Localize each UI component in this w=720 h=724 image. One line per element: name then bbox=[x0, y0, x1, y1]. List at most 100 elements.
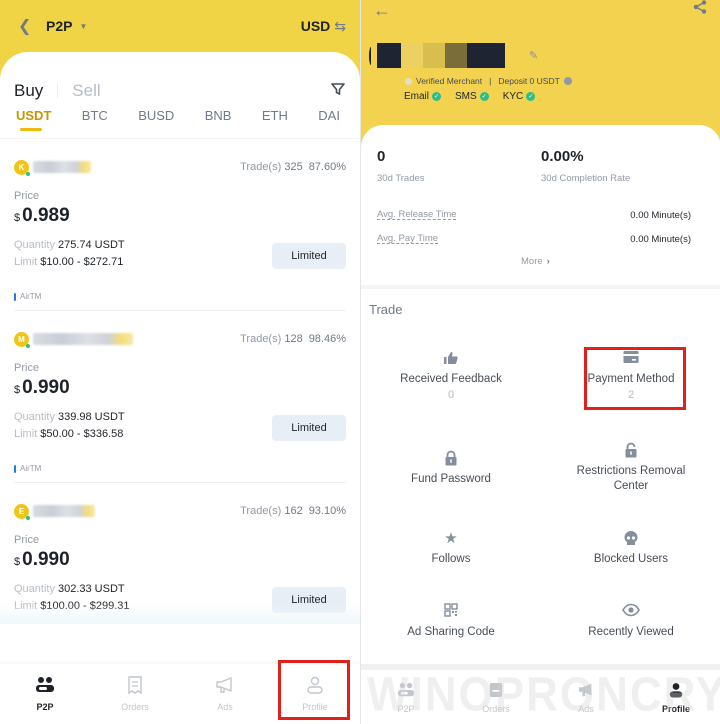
ad-listing[interactable]: M Trade(s) 128 98.46% Price $0.990 Quanti… bbox=[14, 311, 346, 483]
merchant-label: Verified Merchant bbox=[416, 76, 483, 86]
limited-button[interactable]: Limited bbox=[272, 415, 346, 441]
nav-orders[interactable]: Orders bbox=[451, 672, 541, 724]
tile-fund-password[interactable]: Fund Password bbox=[361, 450, 541, 487]
tile-label: Fund Password bbox=[411, 473, 491, 485]
tile-ad-sharing-code[interactable]: Ad Sharing Code bbox=[361, 603, 541, 640]
eye-icon bbox=[622, 603, 640, 621]
tile-label: Payment Method bbox=[587, 373, 675, 385]
coin-tab-usdt[interactable]: USDT bbox=[16, 104, 51, 144]
merchant-avatar[interactable]: M bbox=[14, 331, 30, 348]
nav-label: Ads bbox=[578, 704, 594, 714]
price-value: $0.990 bbox=[14, 377, 70, 398]
nav-p2p[interactable]: P2P bbox=[361, 672, 451, 724]
price-label: Price bbox=[14, 534, 40, 546]
coin-tab-busd[interactable]: BUSD bbox=[138, 104, 174, 144]
nav-profile[interactable]: Profile bbox=[270, 664, 360, 724]
ad-listing[interactable]: K Trade(s) 325 87.60% Price $0.989 Quanti… bbox=[14, 139, 346, 311]
section-divider bbox=[361, 664, 720, 670]
chevron-right-icon: › bbox=[546, 256, 550, 267]
p2p-icon bbox=[35, 676, 55, 698]
top-bar: ❮ P2P ▼ USD ⇆ bbox=[0, 0, 360, 52]
ad-listing[interactable]: E Trade(s) 162 93.10% Price $0.990 Quanti… bbox=[14, 483, 346, 655]
nav-label: P2P bbox=[36, 702, 54, 712]
merchant-avatar[interactable]: K bbox=[14, 159, 30, 176]
avg-release-time-value: 0.00 Minute(s) bbox=[630, 210, 691, 221]
p2p-market-screen: ❮ P2P ▼ USD ⇆ Buy Sell USDT BTC BUSD BNB… bbox=[0, 0, 360, 724]
nav-ads[interactable]: Ads bbox=[541, 672, 631, 724]
payment-method-tag: AirTM bbox=[14, 292, 41, 301]
megaphone-icon bbox=[577, 682, 595, 702]
tab-sell[interactable]: Sell bbox=[72, 81, 100, 101]
tile-received-feedback[interactable]: Received Feedback 0 bbox=[361, 350, 541, 401]
bottom-nav: P2P Orders Ads Profile bbox=[0, 664, 360, 724]
coin-tab-dai[interactable]: DAI bbox=[318, 104, 340, 144]
trades-30d-label: 30d Trades bbox=[377, 173, 425, 184]
nav-p2p[interactable]: P2P bbox=[0, 664, 90, 724]
trade-section-title: Trade bbox=[369, 302, 403, 317]
price-value: $0.990 bbox=[14, 549, 70, 570]
filter-icon[interactable] bbox=[330, 81, 346, 102]
card-icon bbox=[623, 350, 639, 368]
avg-pay-time-label[interactable]: Avg. Pay Time bbox=[377, 233, 438, 244]
tile-label: Restrictions Removal Center bbox=[576, 465, 686, 492]
more-link[interactable]: More › bbox=[521, 256, 550, 267]
limit: Limit $50.00 - $336.58 bbox=[14, 428, 124, 440]
tile-blocked-users[interactable]: Blocked Users bbox=[541, 530, 720, 567]
limited-button[interactable]: Limited bbox=[272, 243, 346, 269]
trade-stats: Trade(s) 162 93.10% bbox=[240, 505, 346, 517]
thumbs-up-icon bbox=[443, 350, 459, 368]
verify-kyc: KYC ✓ bbox=[502, 91, 536, 102]
nav-orders[interactable]: Orders bbox=[90, 664, 180, 724]
tile-payment-method[interactable]: Payment Method 2 bbox=[541, 350, 720, 401]
section-divider bbox=[361, 285, 720, 289]
merchant-avatar[interactable]: E bbox=[14, 503, 30, 520]
merchant-info: Verified Merchant | Deposit 0 USDT bbox=[405, 76, 572, 86]
edit-icon[interactable]: ✎ bbox=[529, 49, 538, 62]
share-icon[interactable] bbox=[693, 0, 707, 17]
scroll-fade bbox=[0, 604, 360, 624]
verification-badges: Email ✓ SMS ✓ KYC ✓ bbox=[404, 91, 536, 102]
page-title[interactable]: P2P bbox=[46, 18, 72, 34]
megaphone-icon bbox=[215, 676, 235, 698]
trade-stats: Trade(s) 128 98.46% bbox=[240, 333, 346, 345]
check-icon: ✓ bbox=[432, 92, 442, 101]
nav-profile[interactable]: Profile bbox=[631, 672, 720, 724]
price-label: Price bbox=[14, 362, 40, 374]
tile-label: Received Feedback bbox=[400, 373, 502, 385]
avg-release-time-label[interactable]: Avg. Release Time bbox=[377, 209, 457, 220]
tile-count: 0 bbox=[447, 389, 455, 401]
tile-recently-viewed[interactable]: Recently Viewed bbox=[541, 603, 720, 640]
arrow-left-icon[interactable]: ← bbox=[373, 0, 391, 21]
merchant-name-redacted[interactable] bbox=[33, 333, 133, 345]
quantity: Quantity 339.98 USDT bbox=[14, 411, 125, 423]
coin-tab-eth[interactable]: ETH bbox=[262, 104, 288, 144]
coin-tab-bnb[interactable]: BNB bbox=[205, 104, 232, 144]
merchant-name-redacted[interactable] bbox=[33, 505, 95, 517]
unlock-icon bbox=[624, 442, 638, 460]
tile-restrictions-removal-center[interactable]: Restrictions Removal Center bbox=[541, 442, 720, 494]
payment-method-tag: AirTM bbox=[14, 464, 41, 473]
swap-icon[interactable]: ⇆ bbox=[334, 18, 346, 35]
nav-label: Ads bbox=[217, 702, 233, 712]
nav-ads[interactable]: Ads bbox=[180, 664, 270, 724]
caret-down-icon[interactable]: ▼ bbox=[79, 22, 87, 31]
bottom-nav: P2P Orders Ads Profile bbox=[361, 672, 720, 724]
merchant-name-redacted[interactable] bbox=[33, 161, 91, 173]
quantity: Quantity 275.74 USDT bbox=[14, 239, 125, 251]
avg-pay-time-value: 0.00 Minute(s) bbox=[630, 234, 691, 245]
tile-label: Ad Sharing Code bbox=[407, 626, 495, 638]
coin-tab-btc[interactable]: BTC bbox=[82, 104, 108, 144]
qr-code-icon bbox=[444, 603, 458, 621]
profile-icon bbox=[306, 676, 324, 698]
info-icon[interactable] bbox=[563, 77, 572, 85]
username-redacted: ✎ bbox=[369, 43, 538, 68]
stats-card: 0 30d Trades 0.00% 30d Completion Rate A… bbox=[361, 125, 720, 285]
tab-buy[interactable]: Buy bbox=[14, 81, 43, 101]
lock-icon bbox=[444, 450, 458, 468]
completion-rate-label: 30d Completion Rate bbox=[541, 173, 631, 184]
chevron-left-icon[interactable]: ❮ bbox=[18, 16, 38, 36]
fiat-currency-selector[interactable]: USD bbox=[301, 18, 331, 34]
tile-follows[interactable]: ★ Follows bbox=[361, 530, 541, 567]
deposit-label: Deposit 0 USDT bbox=[498, 76, 560, 86]
nav-label: Orders bbox=[121, 702, 149, 712]
